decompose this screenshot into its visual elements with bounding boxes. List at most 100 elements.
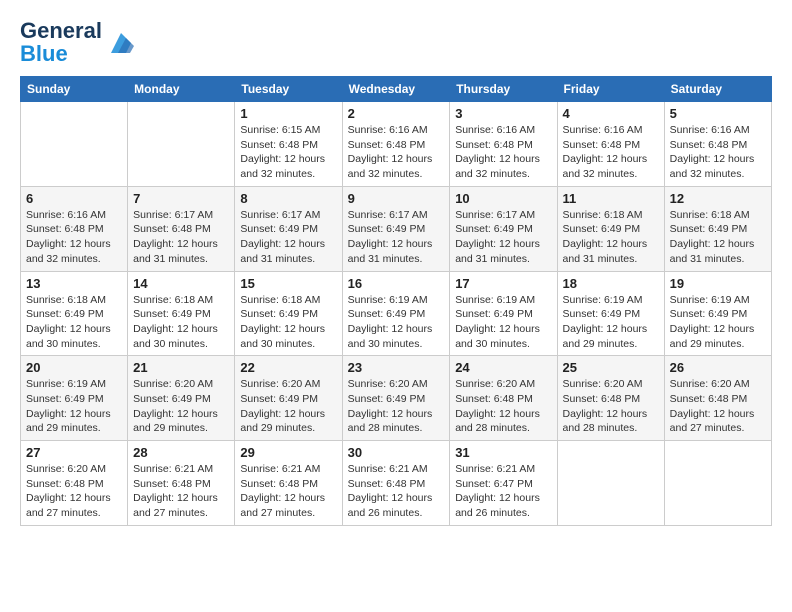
day-number: 20: [26, 360, 122, 375]
calendar-cell: 3 Sunrise: 6:16 AM Sunset: 6:48 PM Daylig…: [450, 102, 557, 187]
day-number: 30: [348, 445, 445, 460]
day-content: Sunrise: 6:15 AM Sunset: 6:48 PM Dayligh…: [240, 123, 336, 182]
calendar-cell: 24 Sunrise: 6:20 AM Sunset: 6:48 PM Dayli…: [450, 356, 557, 441]
day-content: Sunrise: 6:16 AM Sunset: 6:48 PM Dayligh…: [670, 123, 766, 182]
day-number: 16: [348, 276, 445, 291]
day-content: Sunrise: 6:20 AM Sunset: 6:49 PM Dayligh…: [348, 377, 445, 436]
calendar-cell: 11Sunrise: 6:18 AM Sunset: 6:49 PM Dayli…: [557, 186, 664, 271]
day-number: 19: [670, 276, 766, 291]
day-content: Sunrise: 6:18 AM Sunset: 6:49 PM Dayligh…: [133, 293, 229, 352]
weekday-header: Wednesday: [342, 77, 450, 102]
day-number: 28: [133, 445, 229, 460]
day-content: Sunrise: 6:17 AM Sunset: 6:49 PM Dayligh…: [348, 208, 445, 267]
day-number: 25: [563, 360, 659, 375]
calendar-cell: 1 Sunrise: 6:15 AM Sunset: 6:48 PM Daylig…: [235, 102, 342, 187]
calendar-cell: [128, 102, 235, 187]
day-number: 29: [240, 445, 336, 460]
day-content: Sunrise: 6:16 AM Sunset: 6:48 PM Dayligh…: [348, 123, 445, 182]
calendar-week-row: 1 Sunrise: 6:15 AM Sunset: 6:48 PM Daylig…: [21, 102, 772, 187]
day-content: Sunrise: 6:18 AM Sunset: 6:49 PM Dayligh…: [670, 208, 766, 267]
calendar-cell: [21, 102, 128, 187]
weekday-header-row: SundayMondayTuesdayWednesdayThursdayFrid…: [21, 77, 772, 102]
weekday-header: Tuesday: [235, 77, 342, 102]
day-number: 2: [348, 106, 445, 121]
calendar-cell: 17 Sunrise: 6:19 AM Sunset: 6:49 PM Dayli…: [450, 271, 557, 356]
calendar-cell: 14 Sunrise: 6:18 AM Sunset: 6:49 PM Dayli…: [128, 271, 235, 356]
day-content: Sunrise: 6:16 AM Sunset: 6:48 PM Dayligh…: [455, 123, 551, 182]
day-number: 7: [133, 191, 229, 206]
logo: GeneralBlue: [20, 20, 136, 66]
weekday-header: Monday: [128, 77, 235, 102]
calendar-cell: 7 Sunrise: 6:17 AM Sunset: 6:48 PM Daylig…: [128, 186, 235, 271]
day-number: 8: [240, 191, 336, 206]
day-number: 5: [670, 106, 766, 121]
calendar-cell: 13 Sunrise: 6:18 AM Sunset: 6:49 PM Dayli…: [21, 271, 128, 356]
calendar-cell: 27 Sunrise: 6:20 AM Sunset: 6:48 PM Dayli…: [21, 441, 128, 526]
weekday-header: Saturday: [664, 77, 771, 102]
day-content: Sunrise: 6:17 AM Sunset: 6:49 PM Dayligh…: [455, 208, 551, 267]
day-number: 17: [455, 276, 551, 291]
day-number: 9: [348, 191, 445, 206]
calendar-cell: 28 Sunrise: 6:21 AM Sunset: 6:48 PM Dayli…: [128, 441, 235, 526]
calendar-week-row: 6 Sunrise: 6:16 AM Sunset: 6:48 PM Daylig…: [21, 186, 772, 271]
weekday-header: Sunday: [21, 77, 128, 102]
day-content: Sunrise: 6:19 AM Sunset: 6:49 PM Dayligh…: [26, 377, 122, 436]
calendar-cell: 2 Sunrise: 6:16 AM Sunset: 6:48 PM Daylig…: [342, 102, 450, 187]
day-number: 12: [670, 191, 766, 206]
calendar-cell: 29 Sunrise: 6:21 AM Sunset: 6:48 PM Dayli…: [235, 441, 342, 526]
day-number: 11: [563, 191, 659, 206]
day-content: Sunrise: 6:21 AM Sunset: 6:48 PM Dayligh…: [240, 462, 336, 521]
day-content: Sunrise: 6:19 AM Sunset: 6:49 PM Dayligh…: [670, 293, 766, 352]
day-content: Sunrise: 6:20 AM Sunset: 6:48 PM Dayligh…: [563, 377, 659, 436]
calendar-cell: 19 Sunrise: 6:19 AM Sunset: 6:49 PM Dayli…: [664, 271, 771, 356]
day-content: Sunrise: 6:19 AM Sunset: 6:49 PM Dayligh…: [563, 293, 659, 352]
logo-icon: [106, 28, 136, 58]
calendar-week-row: 27 Sunrise: 6:20 AM Sunset: 6:48 PM Dayli…: [21, 441, 772, 526]
calendar-cell: 4Sunrise: 6:16 AM Sunset: 6:48 PM Daylig…: [557, 102, 664, 187]
day-number: 15: [240, 276, 336, 291]
day-number: 21: [133, 360, 229, 375]
day-number: 27: [26, 445, 122, 460]
day-number: 10: [455, 191, 551, 206]
calendar-cell: 21Sunrise: 6:20 AM Sunset: 6:49 PM Dayli…: [128, 356, 235, 441]
day-content: Sunrise: 6:19 AM Sunset: 6:49 PM Dayligh…: [455, 293, 551, 352]
day-number: 26: [670, 360, 766, 375]
calendar-cell: 9 Sunrise: 6:17 AM Sunset: 6:49 PM Daylig…: [342, 186, 450, 271]
day-content: Sunrise: 6:16 AM Sunset: 6:48 PM Dayligh…: [26, 208, 122, 267]
day-content: Sunrise: 6:18 AM Sunset: 6:49 PM Dayligh…: [26, 293, 122, 352]
calendar-cell: 5 Sunrise: 6:16 AM Sunset: 6:48 PM Daylig…: [664, 102, 771, 187]
day-content: Sunrise: 6:21 AM Sunset: 6:48 PM Dayligh…: [133, 462, 229, 521]
weekday-header: Friday: [557, 77, 664, 102]
day-number: 3: [455, 106, 551, 121]
day-content: Sunrise: 6:20 AM Sunset: 6:48 PM Dayligh…: [26, 462, 122, 521]
calendar-cell: 22Sunrise: 6:20 AM Sunset: 6:49 PM Dayli…: [235, 356, 342, 441]
calendar-cell: 8 Sunrise: 6:17 AM Sunset: 6:49 PM Daylig…: [235, 186, 342, 271]
calendar-cell: 18 Sunrise: 6:19 AM Sunset: 6:49 PM Dayli…: [557, 271, 664, 356]
day-content: Sunrise: 6:17 AM Sunset: 6:49 PM Dayligh…: [240, 208, 336, 267]
calendar-week-row: 20 Sunrise: 6:19 AM Sunset: 6:49 PM Dayli…: [21, 356, 772, 441]
day-content: Sunrise: 6:18 AM Sunset: 6:49 PM Dayligh…: [240, 293, 336, 352]
calendar-cell: [664, 441, 771, 526]
day-number: 6: [26, 191, 122, 206]
day-number: 13: [26, 276, 122, 291]
day-content: Sunrise: 6:20 AM Sunset: 6:48 PM Dayligh…: [455, 377, 551, 436]
day-content: Sunrise: 6:19 AM Sunset: 6:49 PM Dayligh…: [348, 293, 445, 352]
calendar-cell: 30 Sunrise: 6:21 AM Sunset: 6:48 PM Dayli…: [342, 441, 450, 526]
day-content: Sunrise: 6:21 AM Sunset: 6:47 PM Dayligh…: [455, 462, 551, 521]
day-content: Sunrise: 6:16 AM Sunset: 6:48 PM Dayligh…: [563, 123, 659, 182]
calendar-week-row: 13 Sunrise: 6:18 AM Sunset: 6:49 PM Dayli…: [21, 271, 772, 356]
calendar-table: SundayMondayTuesdayWednesdayThursdayFrid…: [20, 76, 772, 526]
calendar-cell: 10 Sunrise: 6:17 AM Sunset: 6:49 PM Dayli…: [450, 186, 557, 271]
day-content: Sunrise: 6:20 AM Sunset: 6:48 PM Dayligh…: [670, 377, 766, 436]
calendar-cell: 23Sunrise: 6:20 AM Sunset: 6:49 PM Dayli…: [342, 356, 450, 441]
calendar-cell: 12 Sunrise: 6:18 AM Sunset: 6:49 PM Dayli…: [664, 186, 771, 271]
day-number: 14: [133, 276, 229, 291]
logo-text: GeneralBlue: [20, 18, 102, 66]
page-header: GeneralBlue: [20, 20, 772, 66]
day-number: 1: [240, 106, 336, 121]
calendar-cell: 26 Sunrise: 6:20 AM Sunset: 6:48 PM Dayli…: [664, 356, 771, 441]
day-content: Sunrise: 6:21 AM Sunset: 6:48 PM Dayligh…: [348, 462, 445, 521]
day-number: 18: [563, 276, 659, 291]
day-number: 24: [455, 360, 551, 375]
day-content: Sunrise: 6:17 AM Sunset: 6:48 PM Dayligh…: [133, 208, 229, 267]
